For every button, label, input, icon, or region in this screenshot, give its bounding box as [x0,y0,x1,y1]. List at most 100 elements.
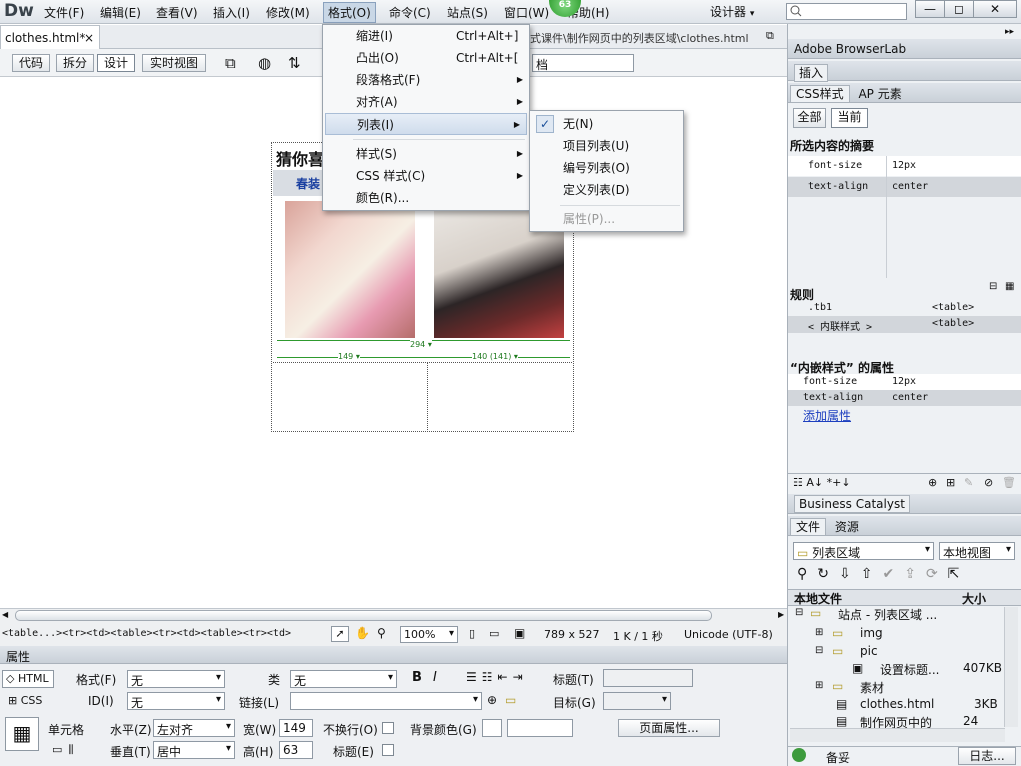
restore-button[interactable]: ◻ [944,0,974,18]
tree-item-pic[interactable]: pic [860,644,878,658]
checkin-icon[interactable]: ⇪ [904,566,926,582]
scroll-left-icon[interactable]: ◀ [2,610,8,619]
connect-icon[interactable]: ⚲ [797,566,817,582]
class-select[interactable]: 无 [290,670,397,688]
tab-files[interactable]: 文件 [790,518,827,536]
menu-insert[interactable]: 插入(I) [213,4,250,21]
close-tab-icon[interactable]: × [84,31,94,45]
tree-item-materials[interactable]: 素材 [860,679,884,696]
category-view-icon[interactable]: ☷ [793,476,803,489]
indent-icon[interactable]: ⇥ [513,670,528,684]
property-value[interactable]: 12px [892,376,916,387]
scroll-right-icon[interactable]: ▶ [778,610,784,619]
menu-outdent[interactable]: 凸出(O) Ctrl+Alt+[ [323,47,529,69]
refresh-icon[interactable]: ↻ [817,566,839,582]
html-mode-button[interactable]: ◇ HTML [2,670,54,688]
table-width-label[interactable]: 294 ▾ [410,340,432,349]
menu-list[interactable]: 列表(I) ▶ [325,113,527,135]
product-image-left[interactable] [285,201,415,338]
insert-panel-header[interactable]: 插入 [788,61,1021,82]
width-field[interactable]: 149 [279,719,313,737]
link-input[interactable] [290,692,482,710]
page-properties-button[interactable]: 页面属性... [618,719,720,737]
split-cell-icon[interactable]: ⫼ [68,743,79,756]
restore-doc-icon[interactable]: ⧉ [766,29,774,43]
all-button[interactable]: 全部 [793,108,826,128]
menu-edit[interactable]: 编辑(E) [100,4,141,21]
alpha-view-icon[interactable]: A↓ [806,476,823,489]
window-size[interactable]: 789 x 527 [544,628,600,641]
header-checkbox[interactable] [382,744,394,756]
files-scrollbar[interactable] [1004,607,1018,727]
bg-color-field[interactable] [507,719,573,737]
disable-icon[interactable]: ⊘ [984,476,993,489]
height-field[interactable]: 63 [279,741,313,759]
list-ordered[interactable]: 编号列表(O) [530,157,683,179]
tag-selector[interactable]: <table...><tr><td><table><tr><td><table>… [2,628,291,639]
menu-commands[interactable]: 命令(C) [389,4,431,21]
tab-css-styles[interactable]: CSS样式 [790,85,850,103]
css-mode-button[interactable]: ⊞ CSS [8,694,42,707]
menu-align[interactable]: 对齐(A) ▶ [323,91,529,113]
expand-toggle[interactable]: ⊞ [815,680,823,691]
browserlab-panel-header[interactable]: Adobe BrowserLab [788,39,1021,59]
tree-item-img[interactable]: img [860,626,883,640]
category-link[interactable]: 春装 [296,175,320,192]
menu-style[interactable]: 样式(S) ▶ [323,143,529,165]
horz-select[interactable]: 左对齐 [153,719,235,737]
nowrap-checkbox[interactable] [382,722,394,734]
list-unordered[interactable]: 项目列表(U) [530,135,683,157]
browse-folder-icon[interactable]: ▭ [505,693,516,707]
local-files-col[interactable]: 本地文件 [794,590,842,607]
bold-button[interactable]: B [412,670,422,685]
italic-button[interactable]: I [433,670,437,685]
files-h-scrollbar[interactable] [790,728,1005,742]
get-files-icon[interactable]: ⇩ [839,566,861,582]
zoom-tool-icon[interactable]: ⚲ [377,626,386,640]
ordered-list-icon[interactable]: ☷ [482,670,498,684]
expand-icon[interactable]: ⇱ [948,566,970,582]
tab-ap-elements[interactable]: AP 元素 [853,86,906,102]
site-select[interactable]: ▭ 列表区域 [793,542,934,560]
code-view-button[interactable]: 代码 [12,54,50,72]
rule-selector[interactable]: < 内联样式 > [808,318,872,333]
h-scrollbar-thumb[interactable] [15,610,712,621]
menu-site[interactable]: 站点(S) [447,4,488,21]
desktop-size-icon[interactable]: ▣ [514,626,525,640]
tablet-size-icon[interactable]: ▭ [489,627,499,640]
tab-assets[interactable]: 资源 [830,519,864,535]
format-select[interactable]: 无 [127,670,225,688]
unordered-list-icon[interactable]: ☰ [466,670,482,684]
set-props-icon[interactable]: *+↓ [827,476,851,489]
point-to-file-icon[interactable]: ⊕ [487,693,497,707]
outdent-icon[interactable]: ⇤ [498,670,513,684]
view-select[interactable]: 本地视图 [939,542,1015,560]
menu-modify[interactable]: 修改(M) [266,4,310,21]
menu-window[interactable]: 窗口(W) [504,4,549,21]
search-input[interactable] [786,3,907,20]
menu-indent[interactable]: 缩进(I) Ctrl+Alt+] [323,25,529,47]
multiscreen-icon[interactable]: ⧉ [225,54,236,72]
expand-toggle[interactable]: ⊟ [815,645,823,656]
vert-select[interactable]: 居中 [153,741,235,759]
menu-format[interactable]: 格式(O) [323,2,376,23]
menu-color[interactable]: 颜色(R)... [323,187,529,209]
show-cascade-icon[interactable]: ⊟ [989,281,997,292]
title-input[interactable]: 档 [532,54,634,72]
color-picker-button[interactable] [482,719,502,737]
bc-panel-header[interactable]: Business Catalyst [788,494,1021,514]
expand-toggle[interactable]: ⊟ [795,607,803,618]
col1-width-label[interactable]: 149 ▾ [338,352,360,361]
list-none[interactable]: 无(N) [530,113,683,135]
show-info-icon[interactable]: ▦ [1005,281,1014,292]
live-view-button[interactable]: 实时视图 [142,54,206,72]
collapse-panels-icon[interactable]: ▸▸ [1005,27,1014,37]
list-definition[interactable]: 定义列表(D) [530,179,683,201]
menu-paragraph-format[interactable]: 段落格式(F) ▶ [323,69,529,91]
document-tab[interactable]: clothes.html* × [0,25,100,49]
close-button[interactable]: ✕ [973,0,1017,18]
preview-globe-icon[interactable]: ◍ [258,54,271,72]
tree-item-title-file[interactable]: 设置标题... [880,661,939,678]
sync-icon[interactable]: ⟳ [926,566,948,582]
new-rule-icon[interactable]: ⊞ [946,476,955,489]
